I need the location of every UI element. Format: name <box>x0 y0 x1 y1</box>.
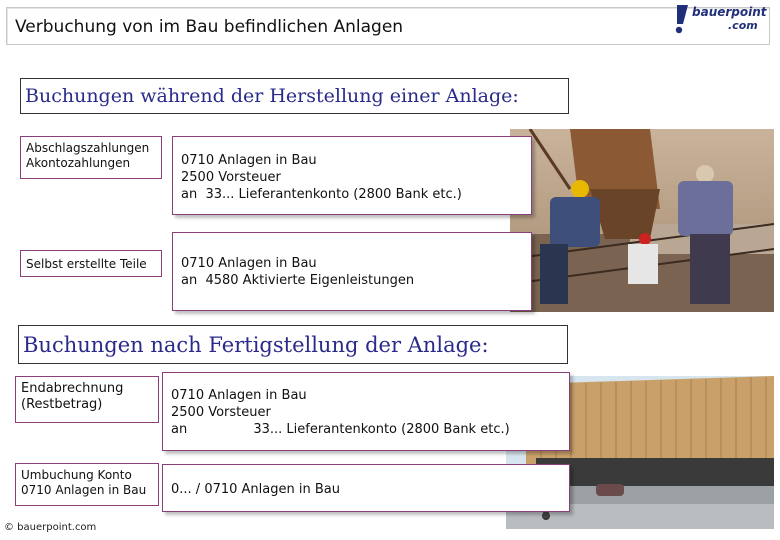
row3-entry: 0710 Anlagen in Bau 2500 Vorsteuer an 33… <box>162 372 570 451</box>
title-bar: Verbuchung von im Bau befindlichen Anlag… <box>6 7 770 45</box>
row2-label: Selbst erstellte Teile <box>20 250 162 277</box>
logo-exclamation-icon <box>675 5 688 34</box>
row4-label: Umbuchung Konto 0710 Anlagen in Bau <box>15 463 159 506</box>
row4-entry: 0... / 0710 Anlagen in Bau <box>162 464 570 512</box>
row1-label: Abschlagszahlungen Akontozahlungen <box>20 136 162 179</box>
logo-brand: bauerpoint <box>692 5 767 19</box>
section2-heading: Buchungen nach Fertigstellung der Anlage… <box>18 325 568 364</box>
section1-heading: Buchungen während der Herstellung einer … <box>20 78 569 114</box>
row2-entry: 0710 Anlagen in Bau an 4580 Aktivierte E… <box>172 232 532 311</box>
page-title: Verbuchung von im Bau befindlichen Anlag… <box>15 17 404 37</box>
row1-entry: 0710 Anlagen in Bau 2500 Vorsteuer an 33… <box>172 136 532 215</box>
logo-suffix: .com <box>728 19 758 32</box>
section2-heading-text: Buchungen nach Fertigstellung der Anlage… <box>23 332 489 357</box>
section1-heading-text: Buchungen während der Herstellung einer … <box>25 85 519 107</box>
row3-label: Endabrechnung (Restbetrag) <box>15 376 159 423</box>
copyright-notice: © bauerpoint.com <box>4 522 97 533</box>
bauerpoint-logo: bauerpoint .com <box>672 4 776 34</box>
construction-workers-photo <box>510 129 774 312</box>
